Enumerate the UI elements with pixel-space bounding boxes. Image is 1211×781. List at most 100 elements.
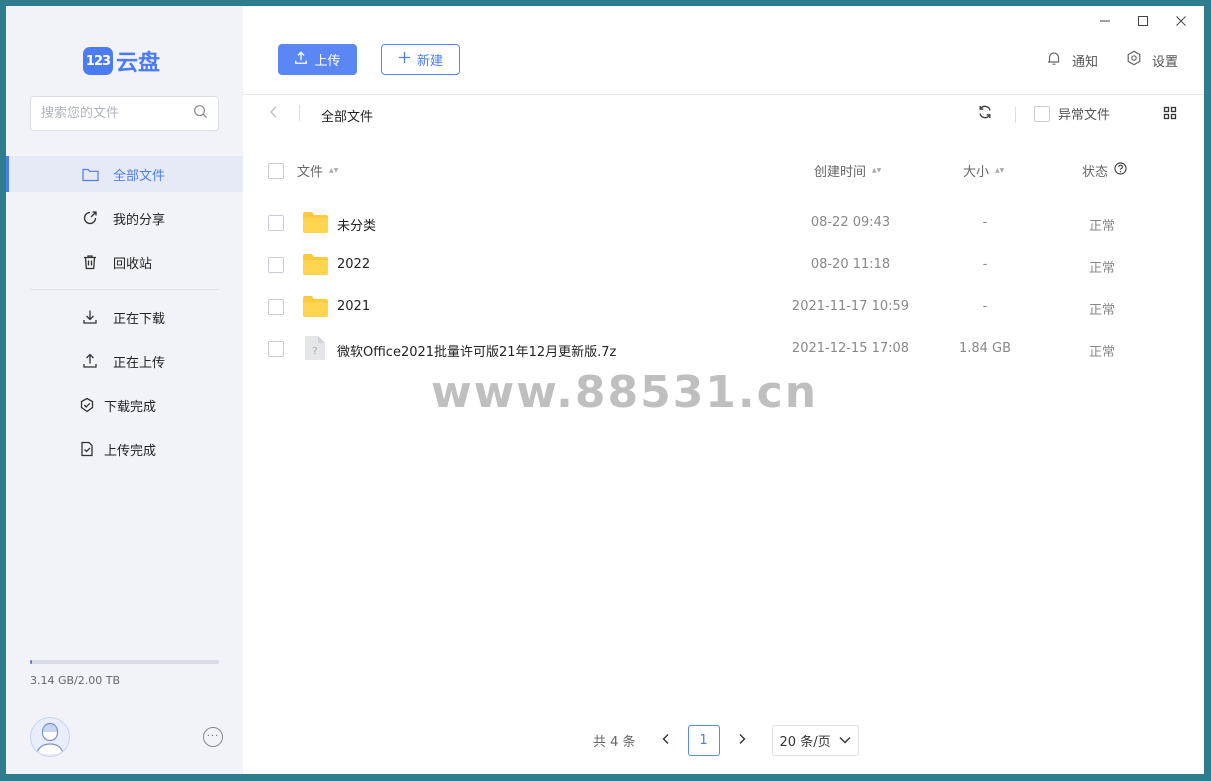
header-name-label: 文件 xyxy=(297,165,324,180)
file-size: - xyxy=(982,215,988,230)
row-checkbox[interactable] xyxy=(268,257,284,273)
file-name[interactable]: 微软Office2021批量许可版21年12月更新版.7z xyxy=(337,341,616,360)
sidebar-item-label: 全部文件 xyxy=(113,168,166,184)
app-window: 123 云盘 全部文件 我的分享 xyxy=(6,6,1204,774)
select-all-checkbox[interactable] xyxy=(268,163,284,179)
file-time: 2021-12-15 17:08 xyxy=(791,341,910,356)
header-name[interactable]: 文件 ▲▼ xyxy=(297,161,338,180)
sidebar-item-label: 回收站 xyxy=(113,256,153,272)
header-status-label: 状态 xyxy=(1082,165,1109,180)
gear-icon xyxy=(1126,50,1142,70)
upload-icon xyxy=(294,50,308,69)
sort-icon: ▲▼ xyxy=(329,166,339,174)
breadcrumb-separator xyxy=(299,105,300,121)
minimize-icon[interactable] xyxy=(1096,12,1114,30)
sort-icon: ▲▼ xyxy=(872,166,882,174)
file-size: - xyxy=(982,257,988,272)
grid-view-icon[interactable] xyxy=(1163,106,1177,124)
page-number-button[interactable]: 1 xyxy=(687,725,720,756)
row-checkbox[interactable] xyxy=(268,299,284,315)
file-status: 正常 xyxy=(1088,219,1115,234)
sidebar-item-all-files[interactable]: 全部文件 xyxy=(6,156,243,192)
refresh-icon[interactable] xyxy=(977,104,993,124)
new-button[interactable]: 新建 xyxy=(381,44,460,75)
file-size: - xyxy=(982,299,988,314)
header-size-label: 大小 xyxy=(963,165,990,180)
sidebar-item-recycle-bin[interactable]: 回收站 xyxy=(6,244,243,280)
table-row[interactable]: ? 微软Office2021批量许可版21年12月更新版.7z 2021-12-… xyxy=(243,329,1204,371)
abnormal-files-filter[interactable]: 异常文件 xyxy=(1034,104,1110,123)
storage-progress-bar xyxy=(30,660,219,664)
back-arrow-icon[interactable] xyxy=(269,105,279,123)
header-time-label: 创建时间 xyxy=(814,165,867,180)
prev-page-icon[interactable] xyxy=(656,733,676,749)
folder-icon xyxy=(303,212,328,237)
sidebar-item-label: 正在上传 xyxy=(113,355,166,371)
table-header: 文件 ▲▼ 创建时间 ▲▼ 大小 ▲▼ 状态 xyxy=(243,161,1204,181)
table-row[interactable]: 未分类 08-22 09:43 - 正常 xyxy=(243,203,1204,245)
page-size-label: 20 条/页 xyxy=(779,735,831,750)
folder-icon xyxy=(81,165,99,183)
new-button-label: 新建 xyxy=(416,54,443,69)
notify-label: 通知 xyxy=(1071,54,1098,70)
page-size-select[interactable]: 20 条/页 xyxy=(771,725,859,756)
settings-button[interactable]: 设置 xyxy=(1126,50,1178,70)
sidebar: 123 云盘 全部文件 我的分享 xyxy=(6,6,243,774)
abnormal-files-label: 异常文件 xyxy=(1058,108,1111,123)
trash-icon xyxy=(81,253,99,271)
file-status: 正常 xyxy=(1088,303,1115,318)
storage-usage-text: 3.14 GB/2.00 TB xyxy=(30,674,121,687)
sidebar-item-my-share[interactable]: 我的分享 xyxy=(6,200,243,236)
abnormal-files-checkbox[interactable] xyxy=(1034,105,1050,122)
file-name[interactable]: 2022 xyxy=(337,257,370,272)
table-row[interactable]: 2022 08-20 11:18 - 正常 xyxy=(243,245,1204,287)
chevron-down-icon xyxy=(839,733,851,748)
next-page-icon[interactable] xyxy=(732,733,752,749)
check-circle-icon xyxy=(78,396,96,414)
sidebar-item-downloading[interactable]: 正在下载 xyxy=(6,299,243,335)
file-time: 2021-11-17 10:59 xyxy=(791,299,910,314)
sidebar-item-uploading[interactable]: 正在上传 xyxy=(6,343,243,379)
breadcrumb[interactable]: 全部文件 xyxy=(321,106,373,125)
row-checkbox[interactable] xyxy=(268,341,284,357)
window-controls xyxy=(1096,12,1190,30)
notify-button[interactable]: 通知 xyxy=(1046,50,1098,70)
help-icon[interactable] xyxy=(1114,162,1127,179)
more-options-icon[interactable]: ··· xyxy=(203,727,223,747)
file-name[interactable]: 2021 xyxy=(337,299,370,314)
table-row[interactable]: 2021 2021-11-17 10:59 - 正常 xyxy=(243,287,1204,329)
search-box xyxy=(30,96,219,131)
settings-label: 设置 xyxy=(1151,54,1178,70)
file-time: 08-20 11:18 xyxy=(810,257,891,272)
file-time: 08-22 09:43 xyxy=(810,215,891,230)
watermark-text: www.88531.cn xyxy=(431,367,819,418)
upload-button[interactable]: 上传 xyxy=(278,44,357,75)
search-icon[interactable] xyxy=(193,104,208,123)
upload-button-label: 上传 xyxy=(314,54,341,69)
plus-icon xyxy=(398,51,411,68)
sidebar-item-upload-done[interactable]: 上传完成 xyxy=(6,431,243,467)
nav-primary: 全部文件 我的分享 回收站 xyxy=(6,156,243,280)
sidebar-item-download-done[interactable]: 下载完成 xyxy=(6,387,243,423)
avatar-icon xyxy=(36,722,64,755)
toolbar-separator xyxy=(1015,107,1016,123)
nav-transfers: 正在下载 正在上传 下载完成 上传完成 xyxy=(6,299,243,467)
search-input[interactable] xyxy=(41,106,193,121)
logo-badge: 123 xyxy=(83,47,113,75)
close-icon[interactable] xyxy=(1172,12,1190,30)
file-name[interactable]: 未分类 xyxy=(337,215,376,234)
avatar[interactable] xyxy=(30,717,70,757)
header-size[interactable]: 大小 ▲▼ xyxy=(963,161,1004,180)
svg-text:?: ? xyxy=(312,346,317,357)
row-checkbox[interactable] xyxy=(268,215,284,231)
header-time[interactable]: 创建时间 ▲▼ xyxy=(814,161,881,180)
bell-icon xyxy=(1046,50,1062,70)
total-count: 共 4 条 xyxy=(593,735,636,750)
folder-icon xyxy=(303,254,328,279)
storage-progress-fill xyxy=(30,660,32,664)
download-icon xyxy=(81,308,99,326)
sidebar-item-label: 下载完成 xyxy=(104,399,157,415)
breadcrumb-bar: 全部文件 异常文件 xyxy=(243,95,1204,135)
folder-icon xyxy=(303,296,328,321)
maximize-icon[interactable] xyxy=(1134,12,1152,30)
